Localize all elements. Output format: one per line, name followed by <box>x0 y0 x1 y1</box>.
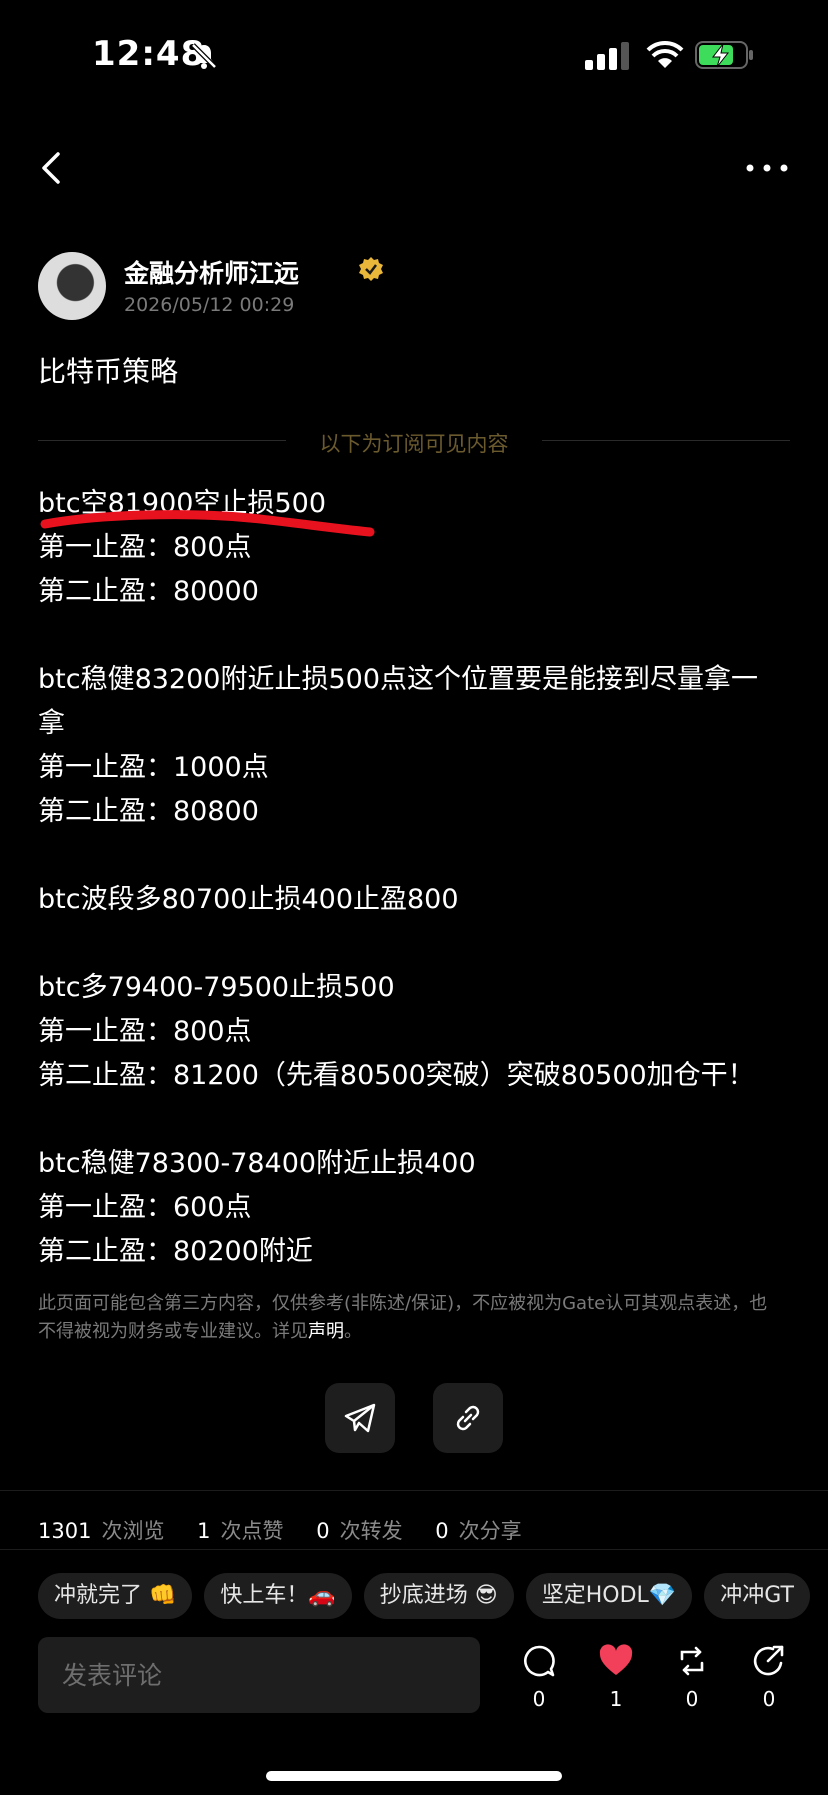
post-content: btc空81900空止损500 第一止盈：800点 第二止盈：80000 btc… <box>38 482 798 1274</box>
red-underline-annotation <box>40 510 375 537</box>
telegram-share-button[interactable] <box>325 1383 395 1453</box>
quick-reply-chip[interactable]: 抄底进场 😎 <box>363 1573 514 1619</box>
quick-reply-chip[interactable]: 冲就完了 👊 <box>38 1573 193 1619</box>
content-line: 第二止盈：80800 <box>38 796 259 827</box>
content-line: 第一止盈：600点 <box>38 1192 252 1223</box>
content-line: btc稳健78300-78400附近止损400 <box>38 1148 476 1179</box>
content-line: btc稳健83200附近止损500点这个位置要是能接到尽量拿一 <box>38 664 758 695</box>
quick-reply-chips: 冲就完了 👊 快上车！🚗 抄底进场 😎 坚定HODL💎 冲冲GT <box>38 1573 828 1621</box>
repost-icon <box>680 1646 704 1676</box>
verified-icon <box>359 257 383 281</box>
likes-count: 1 <box>197 1519 211 1543</box>
comment-button[interactable]: 0 <box>509 1643 569 1711</box>
disclaimer-text: 此页面可能包含第三方内容，仅供参考(非陈述/保证)，不应被视为Gate认可其观点… <box>38 1293 768 1342</box>
content-line: btc多79400-79500止损500 <box>38 972 395 1003</box>
content-line: 第一止盈：1000点 <box>38 752 269 783</box>
divider-text: 以下为订阅可见内容 <box>319 432 509 456</box>
divider-line <box>542 440 790 441</box>
quick-reply-chip[interactable]: 快上车！🚗 <box>204 1573 352 1619</box>
repost-button[interactable]: 0 <box>662 1643 722 1711</box>
post-author[interactable]: 金融分析师江远 2026/05/12 00:29 <box>38 252 798 322</box>
content-line: 第一止盈：800点 <box>38 1016 252 1047</box>
post-stats: 1301 次浏览 1 次点赞 0 次转发 0 次分享 <box>38 1515 548 1545</box>
section-divider <box>0 1490 828 1491</box>
content-gap <box>38 614 798 658</box>
bell-mute-icon <box>191 43 217 69</box>
home-indicator[interactable] <box>266 1771 562 1781</box>
disclaimer-link[interactable]: 声明 <box>308 1321 344 1342</box>
post-date: 2026/05/12 00:29 <box>124 294 295 316</box>
more-icon[interactable] <box>742 155 792 181</box>
content-line: 第二止盈：80000 <box>38 576 259 607</box>
telegram-icon <box>344 1403 376 1433</box>
comment-icon <box>524 1645 555 1677</box>
copy-link-button[interactable] <box>433 1383 503 1453</box>
heart-icon <box>599 1644 633 1675</box>
repost-count: 0 <box>685 1687 699 1711</box>
content-gap <box>38 922 798 966</box>
content-line: 第二止盈：81200（先看80500突破）突破80500加仓干！ <box>38 1060 755 1091</box>
views-count: 1301 <box>38 1519 92 1543</box>
share-icon <box>753 1645 784 1676</box>
disclaimer-end: 。 <box>344 1321 362 1342</box>
reposts-count: 0 <box>316 1519 330 1543</box>
content-line: 第二止盈：80200附近 <box>38 1236 313 1267</box>
signal-icon <box>585 42 629 70</box>
quick-reply-chip[interactable]: 冲冲GT <box>704 1573 810 1619</box>
back-arrow-icon[interactable] <box>38 148 68 188</box>
content-line: btc波段多80700止损400止盈800 <box>38 884 459 915</box>
disclaimer: 此页面可能包含第三方内容，仅供参考(非陈述/保证)，不应被视为Gate认可其观点… <box>38 1290 768 1346</box>
wifi-icon <box>646 40 684 68</box>
comment-input[interactable] <box>38 1637 480 1713</box>
status-time: 12:48 <box>92 34 206 74</box>
share-button[interactable]: 0 <box>739 1643 799 1711</box>
like-count: 1 <box>609 1687 623 1711</box>
like-button[interactable]: 1 <box>586 1643 646 1711</box>
reposts-label: 次转发 <box>339 1519 403 1543</box>
section-divider <box>0 1549 828 1550</box>
comment-count: 0 <box>532 1687 546 1711</box>
avatar[interactable] <box>38 252 106 320</box>
link-icon <box>456 1405 480 1431</box>
share-count: 0 <box>762 1687 776 1711</box>
status-bar: 12:48 <box>0 0 828 110</box>
subscription-divider: 以下为订阅可见内容 <box>38 428 790 458</box>
likes-label: 次点赞 <box>220 1519 284 1543</box>
shares-label: 次分享 <box>458 1519 522 1543</box>
views-label: 次浏览 <box>101 1519 165 1543</box>
content-line: 拿 <box>38 708 65 739</box>
post-title: 比特币策略 <box>38 355 179 388</box>
shares-count: 0 <box>435 1519 449 1543</box>
quick-reply-chip[interactable]: 坚定HODL💎 <box>525 1573 693 1619</box>
battery-charging-icon <box>695 41 753 69</box>
author-name[interactable]: 金融分析师江远 <box>124 254 299 290</box>
content-gap <box>38 834 798 878</box>
content-gap <box>38 1098 798 1142</box>
